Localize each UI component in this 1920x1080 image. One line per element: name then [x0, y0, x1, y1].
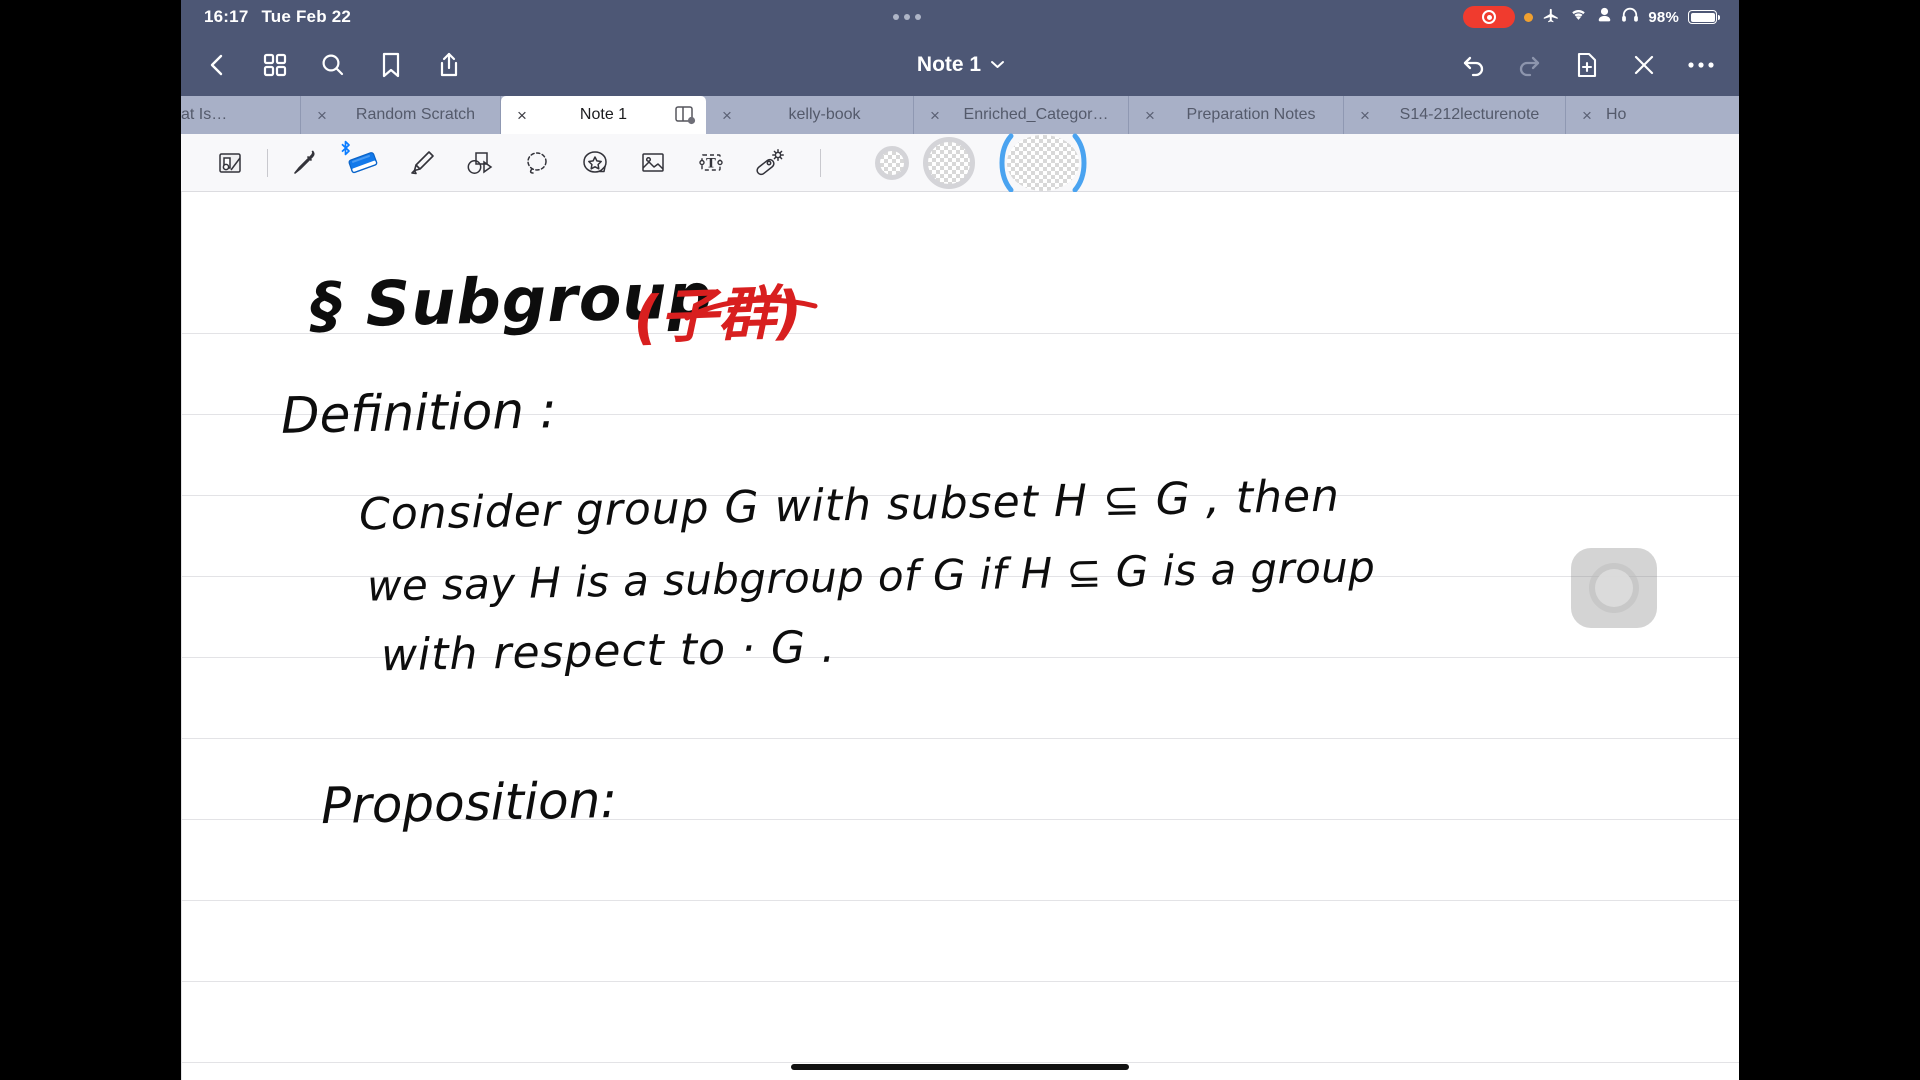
- app-toolbar: Note 1: [181, 34, 1739, 96]
- tab-close-icon[interactable]: ×: [712, 107, 742, 124]
- page-title: Note 1: [916, 53, 982, 76]
- airplane-mode-icon: [1542, 6, 1560, 29]
- proposition-label: Proposition:: [320, 770, 618, 836]
- text-tool-icon[interactable]: T: [682, 138, 740, 188]
- back-chevron-icon[interactable]: [201, 49, 233, 81]
- tab-item[interactable]: × Enriched_Categor…: [914, 96, 1129, 134]
- lasso-tool-icon[interactable]: [508, 138, 566, 188]
- multitask-dots-icon[interactable]: [893, 14, 922, 20]
- tab-item[interactable]: × Preparation Notes: [1129, 96, 1344, 134]
- tab-item[interactable]: What Is…: [181, 96, 301, 134]
- handwriting-ink-layer: § Subgroup (子群) Definition : Consider gr…: [181, 192, 1739, 1080]
- tab-item[interactable]: × kelly-book: [706, 96, 914, 134]
- bluetooth-icon: [340, 140, 351, 156]
- tab-close-icon[interactable]: ×: [307, 107, 337, 124]
- tab-label: Preparation Notes: [1186, 106, 1316, 123]
- highlighter-tool-icon[interactable]: [392, 138, 450, 188]
- pen-tool-icon[interactable]: [276, 138, 334, 188]
- tab-item[interactable]: × Random Scratch: [301, 96, 501, 134]
- headphones-icon: [1621, 6, 1639, 28]
- status-bar-left: 16:17 Tue Feb 22: [181, 7, 351, 27]
- tab-label: Note 1: [579, 106, 628, 123]
- tool-palette-tools: T: [181, 133, 1087, 192]
- grid-icon[interactable]: [259, 49, 291, 81]
- more-icon[interactable]: [1685, 49, 1717, 81]
- search-icon[interactable]: [317, 49, 349, 81]
- definition-line-1: Consider group G with subset H ⊆ G , the…: [358, 470, 1341, 541]
- status-bar-center: [351, 14, 1463, 20]
- tab-bar[interactable]: What Is… × Random Scratch × Note 1 × kelly-boo…: [181, 96, 1739, 134]
- person-icon: [1597, 7, 1612, 28]
- definition-label: Definition :: [280, 381, 558, 445]
- status-bar-right: 98%: [1463, 6, 1739, 29]
- tab-label: S14-212lecturenote: [1399, 106, 1540, 123]
- tab-close-icon[interactable]: ×: [507, 107, 537, 124]
- document-title-group[interactable]: Note 1: [465, 53, 1457, 77]
- chevron-down-icon[interactable]: [990, 56, 1005, 74]
- status-time: 16:17: [204, 7, 249, 26]
- share-icon[interactable]: [433, 49, 465, 81]
- tab-close-icon[interactable]: ×: [1350, 107, 1380, 124]
- definition-line-2: we say H is a subgroup of G if H ⊆ G is …: [366, 542, 1376, 611]
- tab-close-icon[interactable]: ×: [1135, 107, 1165, 124]
- tool-separator-2: [820, 148, 821, 177]
- tab-label: What Is…: [181, 106, 228, 123]
- toolbar-right-group: [1457, 49, 1739, 81]
- tab-close-icon[interactable]: ×: [1572, 107, 1602, 124]
- note-canvas[interactable]: § Subgroup (子群) Definition : Consider gr…: [181, 192, 1739, 1080]
- tab-item[interactable]: × Ho: [1566, 96, 1739, 134]
- orange-privacy-dot-icon: [1524, 12, 1534, 22]
- tab-label: kelly-book: [788, 106, 861, 123]
- status-date: Tue Feb 22: [261, 7, 352, 26]
- assistive-touch-core: [1595, 569, 1633, 607]
- bookmark-icon[interactable]: [375, 49, 407, 81]
- definition-line-3: with respect to · G .: [380, 621, 837, 682]
- screen-recording-indicator-icon[interactable]: [1463, 6, 1516, 28]
- eraser-size-medium[interactable]: [923, 136, 975, 189]
- status-bar: 16:17 Tue Feb 22 98%: [181, 0, 1739, 34]
- eraser-size-large[interactable]: [999, 133, 1087, 192]
- home-indicator[interactable]: [791, 1064, 1129, 1070]
- close-icon[interactable]: [1628, 49, 1660, 81]
- tab-item[interactable]: × S14-212lecturenote: [1344, 96, 1566, 134]
- tool-separator: [267, 148, 268, 177]
- undo-icon[interactable]: [1457, 49, 1489, 81]
- assistive-touch-ring: [1589, 563, 1639, 613]
- battery-icon: [1688, 10, 1720, 24]
- tab-label: Enriched_Categor…: [963, 106, 1109, 123]
- svg-text:T: T: [706, 156, 716, 171]
- eraser-size-small[interactable]: [875, 145, 909, 180]
- ipad-screen: 16:17 Tue Feb 22 98% Note 1 at Is… × Ran…: [181, 0, 1739, 1080]
- heading-annotation-strike: [684, 297, 818, 321]
- tab-item[interactable]: × Note 1: [501, 96, 706, 134]
- image-tool-icon[interactable]: [624, 138, 682, 188]
- assistive-touch-button[interactable]: [1571, 548, 1657, 628]
- tab-close-icon[interactable]: ×: [920, 107, 950, 124]
- toolbar-left-group: [181, 49, 465, 81]
- tab-label: Random Scratch: [355, 106, 476, 123]
- page-tool-icon[interactable]: [201, 138, 259, 188]
- redo-icon[interactable]: [1514, 49, 1546, 81]
- eraser-size-group: [875, 133, 1087, 192]
- wifi-icon: [1569, 7, 1588, 27]
- eraser-tool-icon[interactable]: [334, 138, 392, 188]
- new-page-icon[interactable]: [1571, 49, 1603, 81]
- tab-label: Ho: [1606, 106, 1627, 123]
- magic-wand-tool-icon[interactable]: [740, 138, 798, 188]
- tab-split-view-icon[interactable]: [670, 104, 700, 126]
- battery-percent-label: 98%: [1648, 8, 1679, 26]
- shapes-tool-icon[interactable]: [450, 138, 508, 188]
- sticker-tool-icon[interactable]: [566, 138, 624, 188]
- tool-palette: T: [181, 133, 1739, 192]
